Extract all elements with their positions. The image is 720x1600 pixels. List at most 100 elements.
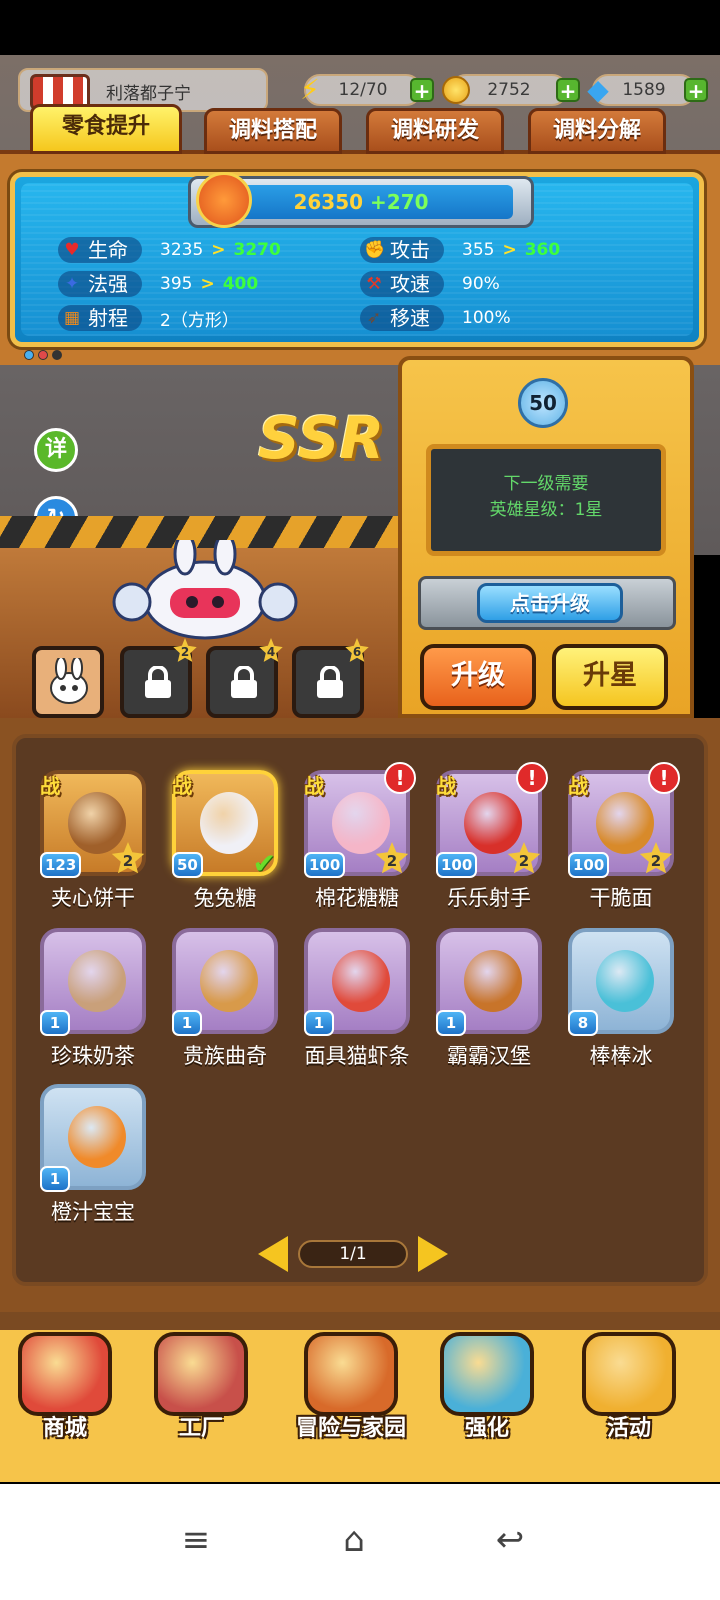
stat-hp-current: 3235 bbox=[160, 240, 204, 260]
snack-name: 贵族曲奇 bbox=[183, 1044, 267, 1068]
home-icon[interactable]: ⌂ bbox=[334, 1520, 374, 1560]
magic-icon: ✦ bbox=[64, 274, 80, 294]
snack-portrait bbox=[68, 792, 126, 854]
click-upgrade-button[interactable]: 点击升级 bbox=[477, 583, 623, 623]
gem-value: 1589 bbox=[622, 80, 666, 100]
lock-icon bbox=[231, 666, 257, 698]
upgrade-button[interactable]: 升级 bbox=[420, 644, 536, 710]
nav-item[interactable]: 冒险与家园 bbox=[296, 1326, 406, 1446]
coin-counter: 2752 + bbox=[442, 74, 580, 106]
snack-card[interactable]: 战! 100 2 bbox=[568, 762, 680, 878]
stat-magic-current: 395 bbox=[160, 274, 193, 294]
nav-item[interactable]: 工厂 bbox=[146, 1326, 256, 1446]
snack-card[interactable]: 战! 100 2 bbox=[304, 762, 416, 878]
snack-card[interactable]: 战 123 2 bbox=[40, 770, 146, 878]
tab-seasoning-decompose[interactable]: 调料分解 bbox=[528, 108, 666, 154]
stat-range-label: 射程 bbox=[88, 306, 128, 330]
stat-hp-label: 生命 bbox=[88, 238, 128, 262]
back-icon[interactable]: ↩ bbox=[490, 1520, 530, 1560]
coin-value: 2752 bbox=[487, 80, 531, 100]
system-nav-bar: ≡ ⌂ ↩ bbox=[0, 1484, 720, 1600]
snack-level: 1 bbox=[436, 1010, 466, 1036]
dot-icon bbox=[52, 350, 62, 360]
snack-level: 1 bbox=[172, 1010, 202, 1036]
player-name: 利落都子宁 bbox=[106, 84, 191, 104]
snack-portrait bbox=[200, 950, 258, 1012]
lock-icon bbox=[317, 666, 343, 698]
snack-name: 乐乐射手 bbox=[447, 886, 531, 910]
tab-snack-upgrade[interactable]: 零食提升 bbox=[30, 104, 182, 154]
stat-move-speed: ➶ 移速 100% bbox=[360, 304, 511, 332]
battle-tag: 战 bbox=[172, 774, 192, 798]
grid-icon: ▦ bbox=[63, 308, 81, 328]
snack-portrait bbox=[332, 950, 390, 1012]
stat-attack-next: 360 bbox=[524, 240, 561, 260]
energy-counter: ⚡ 12/70 + bbox=[300, 74, 434, 106]
snack-card[interactable]: 1 bbox=[304, 928, 410, 1036]
snack-card[interactable]: 1 bbox=[436, 928, 542, 1036]
snack-portrait bbox=[464, 792, 522, 854]
snack-portrait bbox=[596, 950, 654, 1012]
power-gem-icon bbox=[196, 172, 252, 228]
snack-level: 1 bbox=[40, 1166, 70, 1192]
menu-icon[interactable]: ≡ bbox=[176, 1520, 216, 1560]
snack-card[interactable]: 8 bbox=[568, 928, 674, 1036]
snack-name: 兔兔糖 bbox=[193, 886, 257, 910]
requirement-screen: 下一级需要 英雄星级：1星 bbox=[426, 444, 666, 556]
fist-icon: ✊ bbox=[364, 240, 386, 260]
energy-plus-button[interactable]: + bbox=[410, 78, 434, 102]
stat-move-speed-label: 移速 bbox=[390, 306, 430, 330]
snack-portrait bbox=[596, 792, 654, 854]
snack-name: 橙汁宝宝 bbox=[51, 1200, 135, 1224]
hero-slot-2[interactable]: 2 bbox=[120, 638, 197, 718]
hero-level-badge: 50 bbox=[518, 378, 568, 428]
snack-level: 100 bbox=[568, 852, 610, 878]
tab-seasoning-match[interactable]: 调料搭配 bbox=[204, 108, 342, 154]
prev-page-arrow-icon[interactable] bbox=[258, 1236, 288, 1272]
detail-button[interactable]: 详 bbox=[34, 428, 78, 472]
hero-slot-4[interactable]: 6 bbox=[292, 638, 369, 718]
bunny-face-icon bbox=[50, 658, 88, 704]
next-page-arrow-icon[interactable] bbox=[418, 1236, 448, 1272]
page-indicator: 1/1 bbox=[298, 1240, 408, 1268]
alert-icon: ! bbox=[648, 762, 680, 794]
stat-magic: ✦ 法强 395 >400 bbox=[58, 270, 258, 298]
snack-card[interactable]: 1 bbox=[172, 928, 278, 1036]
requirement-line-2: 英雄星级：1星 bbox=[489, 500, 603, 520]
stat-attack: ✊ 攻击 355 >360 bbox=[360, 236, 560, 264]
adventure-icon bbox=[304, 1332, 398, 1416]
hero-slot-1[interactable] bbox=[32, 646, 104, 718]
nav-item[interactable]: 商城 bbox=[10, 1326, 120, 1446]
button-plate: 点击升级 bbox=[418, 576, 676, 630]
nav-item[interactable]: 活动 bbox=[574, 1326, 684, 1446]
stat-hp: ♥ 生命 3235 >3270 bbox=[58, 236, 281, 264]
gem-plus-button[interactable]: + bbox=[684, 78, 708, 102]
star-up-button[interactable]: 升星 bbox=[552, 644, 668, 710]
alert-icon: ! bbox=[516, 762, 548, 794]
nav-item[interactable]: 强化 bbox=[432, 1326, 542, 1446]
diamond-icon: ◆ bbox=[587, 73, 609, 106]
dot-icon bbox=[24, 350, 34, 360]
arrow-icon: > bbox=[200, 274, 215, 294]
alert-icon: ! bbox=[384, 762, 416, 794]
battle-tag: 战 bbox=[304, 774, 324, 798]
power-bonus: +270 bbox=[370, 190, 429, 214]
snack-level: 100 bbox=[304, 852, 346, 878]
snack-name: 干脆面 bbox=[589, 886, 653, 910]
snack-level: 123 bbox=[40, 852, 82, 878]
snack-portrait bbox=[200, 792, 258, 854]
snack-card[interactable]: 1 bbox=[40, 1084, 146, 1192]
upgrade-tabs: 零食提升 调料搭配 调料研发 调料分解 bbox=[30, 104, 670, 156]
stat-hp-next: 3270 bbox=[233, 240, 281, 260]
trumpet-icon bbox=[582, 1332, 676, 1416]
stat-range: ▦ 射程 2（方形） bbox=[58, 304, 239, 332]
snack-card[interactable]: 1 bbox=[40, 928, 146, 1036]
robot-tv-icon bbox=[440, 1332, 534, 1416]
snack-card[interactable]: 战! 100 2 bbox=[436, 762, 548, 878]
tab-seasoning-research[interactable]: 调料研发 bbox=[366, 108, 504, 154]
coin-plus-button[interactable]: + bbox=[556, 78, 580, 102]
hero-slot-3[interactable]: 4 bbox=[206, 638, 283, 718]
snack-card[interactable]: 战 50 ✔ bbox=[172, 770, 278, 880]
snack-name: 霸霸汉堡 bbox=[447, 1044, 531, 1068]
nav-label: 冒险与家园 bbox=[296, 1416, 407, 1441]
